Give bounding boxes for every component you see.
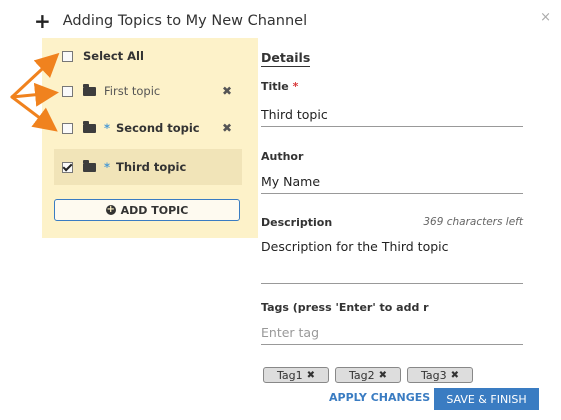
remove-topic-icon[interactable]: ✖ [222, 121, 232, 135]
topic-checkbox[interactable] [62, 161, 73, 173]
title-input[interactable]: Third topic [261, 107, 523, 127]
tag-label: Tag1 [276, 368, 303, 382]
tag-chip: Tag2 ✖ [335, 367, 401, 383]
arrow-to-second-topic [10, 95, 58, 132]
save-finish-button[interactable]: SAVE & FINISH [434, 388, 539, 410]
title-label: Title * [261, 80, 298, 93]
author-input[interactable]: My Name [261, 174, 523, 194]
tag-input[interactable]: Enter tag [261, 325, 523, 345]
description-label: Description [261, 216, 333, 229]
annotation-arrows [10, 52, 60, 132]
description-input[interactable]: Description for the Third topic [261, 239, 523, 284]
details-heading: Details [261, 50, 311, 67]
topic-label: Second topic [116, 121, 200, 135]
tag-label: Tag2 [348, 368, 375, 382]
title-label-text: Title [261, 80, 289, 93]
remove-topic-icon[interactable]: ✖ [222, 84, 232, 98]
topic-label: First topic [104, 84, 161, 98]
author-label: Author [261, 150, 304, 163]
arrow-to-first-topic [10, 82, 59, 107]
tags-label: Tags (press 'Enter' to add r [261, 301, 429, 314]
topic-item-third[interactable]: * Third topic [54, 149, 242, 185]
required-mark: * [292, 80, 299, 93]
modal-title: Adding Topics to My New Channel [62, 13, 308, 29]
arrow-to-select-all [10, 52, 60, 99]
add-topic-label: ADD TOPIC [120, 203, 189, 217]
modal-header: + Adding Topics to My New Channel [34, 10, 307, 32]
tag-chip: Tag3 ✖ [407, 367, 473, 383]
apply-changes-button[interactable]: APPLY CHANGES [329, 391, 430, 404]
star-icon: * [104, 160, 111, 174]
tag-chip: Tag1 ✖ [263, 367, 329, 383]
close-icon[interactable]: × [540, 10, 551, 25]
folder-icon [83, 159, 96, 172]
topic-label: Third topic [116, 160, 187, 174]
tag-label: Tag3 [420, 368, 447, 382]
remove-tag-icon[interactable]: ✖ [307, 370, 315, 381]
remove-tag-icon[interactable]: ✖ [379, 370, 387, 381]
add-topic-button[interactable]: + ADD TOPIC [54, 199, 240, 221]
chars-left: 369 characters left [423, 216, 523, 228]
arrow-group [10, 52, 60, 132]
plus-icon: + [34, 9, 51, 33]
remove-tag-icon[interactable]: ✖ [451, 370, 459, 381]
plus-circle-icon: + [105, 204, 116, 215]
